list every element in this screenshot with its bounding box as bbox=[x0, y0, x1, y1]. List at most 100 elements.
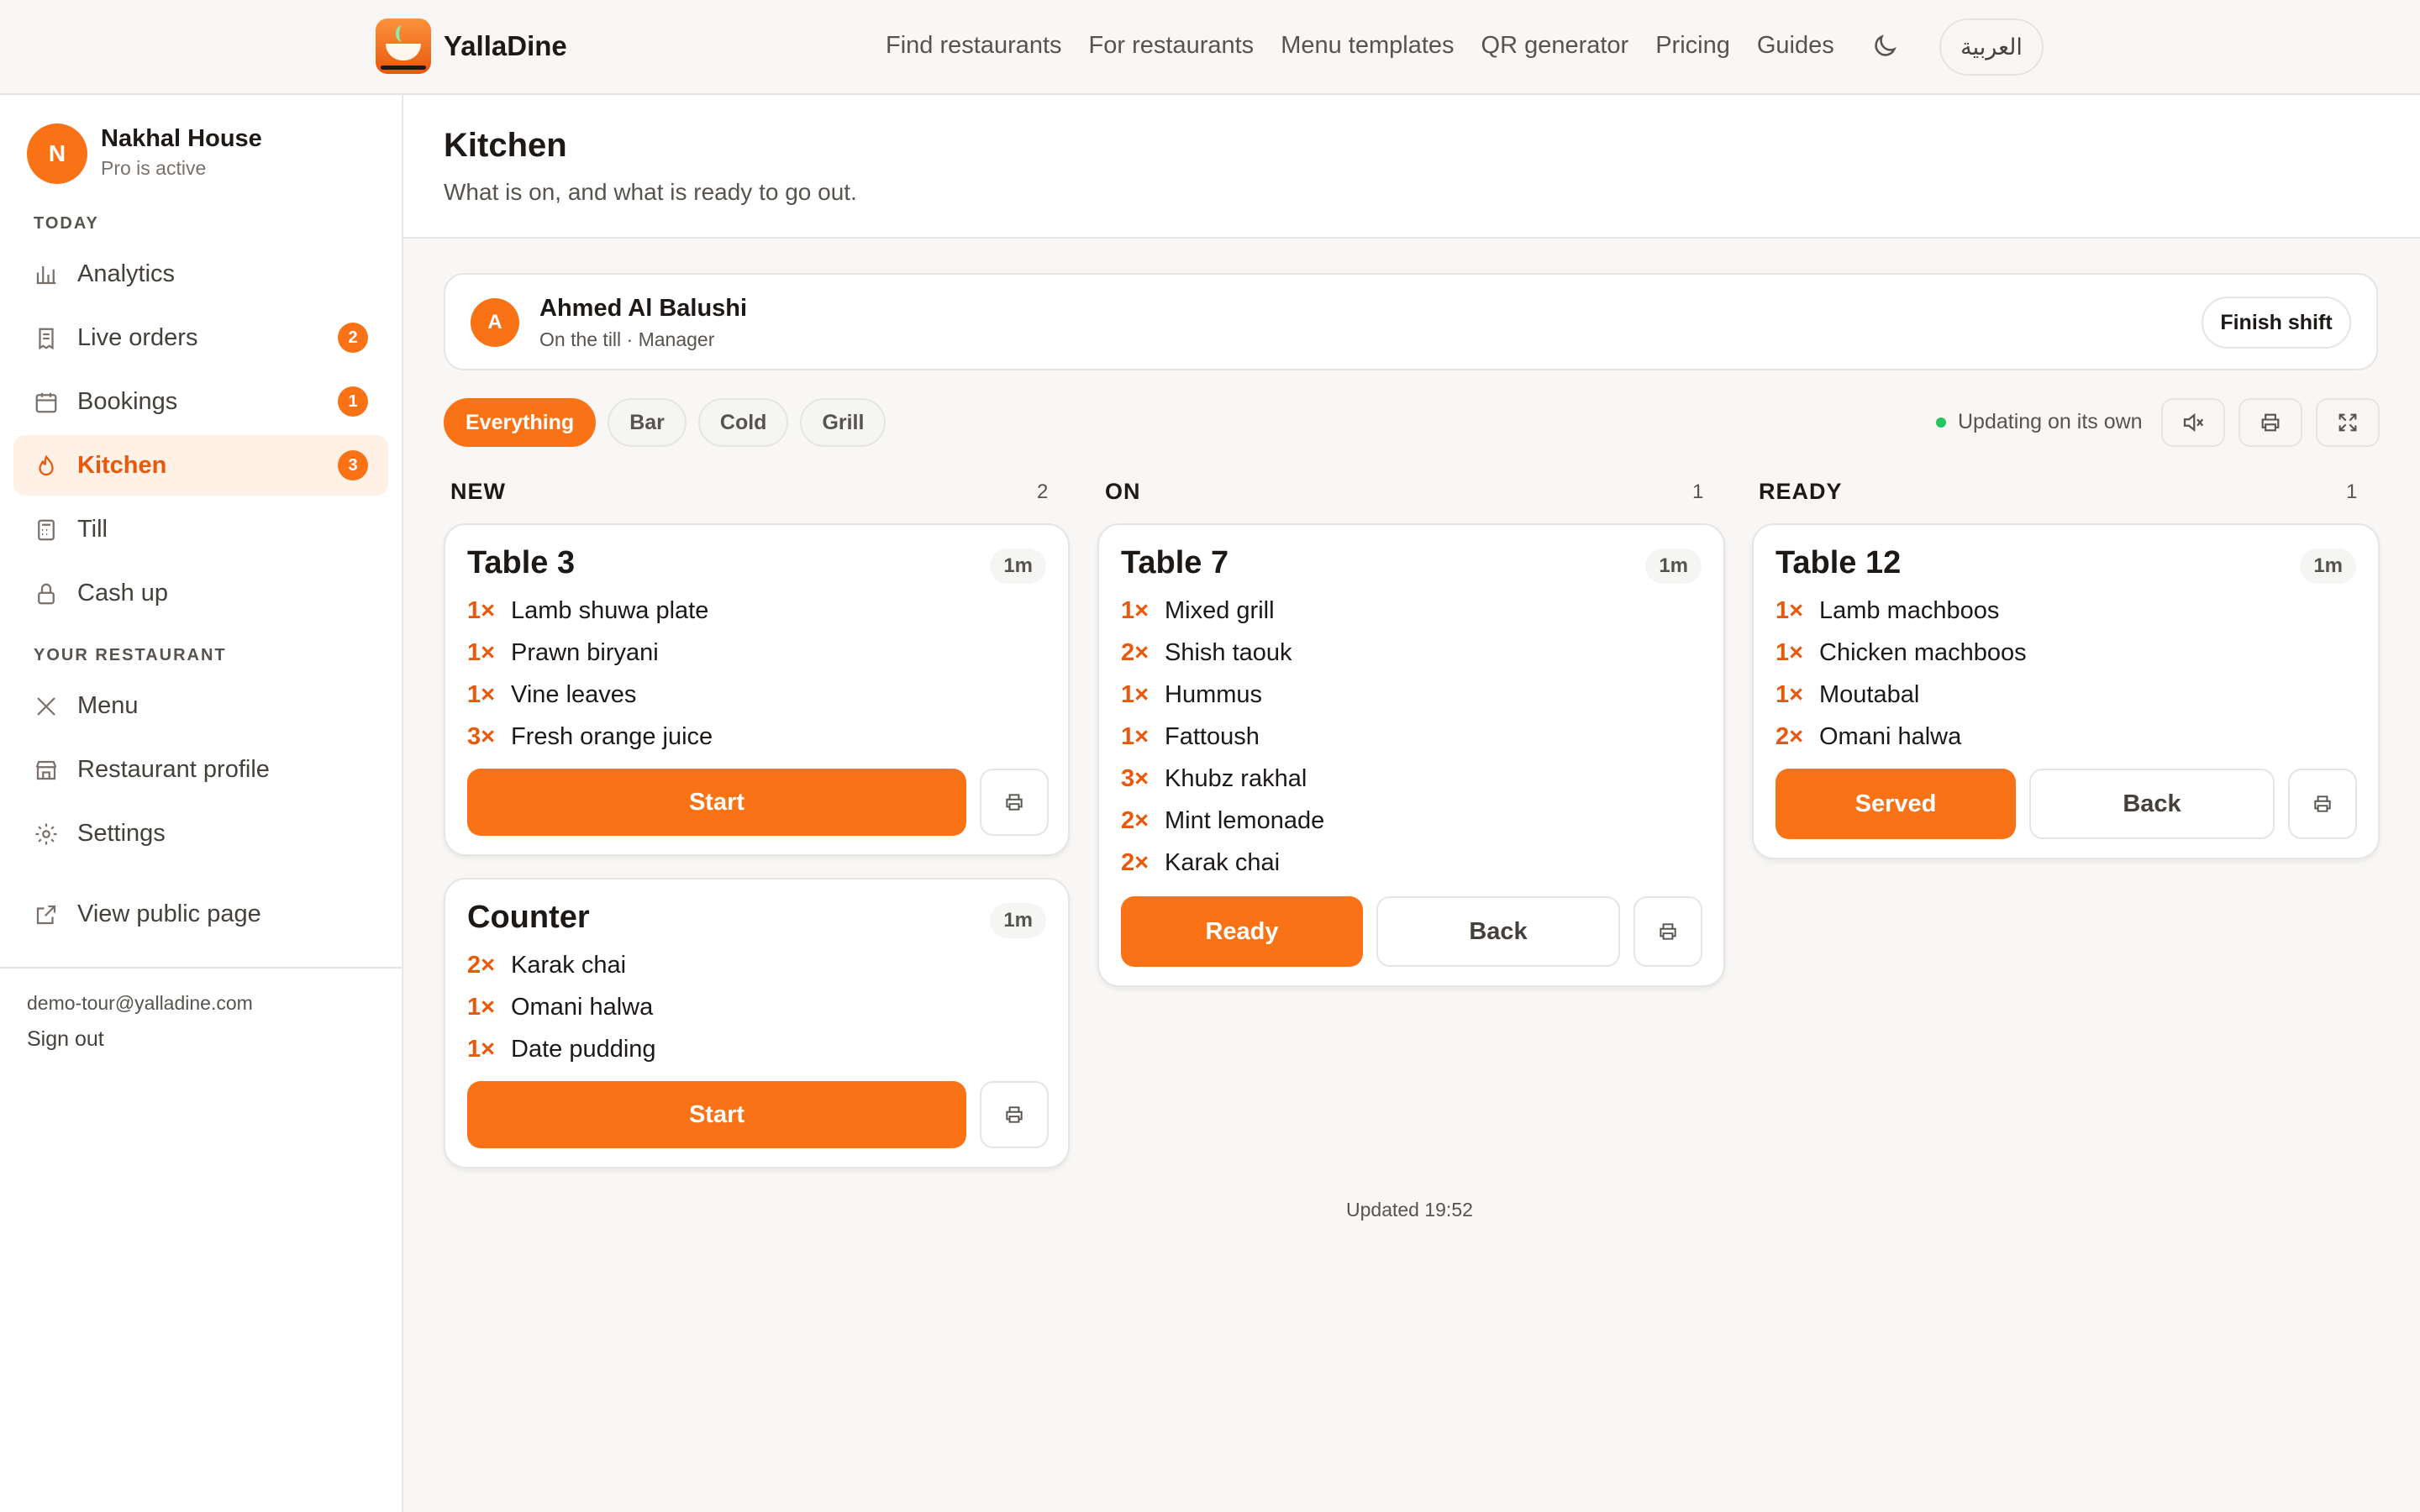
print-order-button[interactable] bbox=[2288, 769, 2357, 839]
order-item: 1× Date pudding bbox=[467, 1036, 656, 1063]
sidebar-item-settings[interactable]: Settings bbox=[13, 803, 388, 864]
fullscreen-button[interactable] bbox=[2316, 398, 2380, 447]
last-updated: Updated 19:52 bbox=[1346, 1199, 1473, 1221]
printer-icon bbox=[1660, 923, 1676, 940]
order-item: 1× Omani halwa bbox=[467, 994, 654, 1021]
expand-icon bbox=[2338, 413, 2357, 432]
nav-menu-templates[interactable]: Menu templates bbox=[1281, 32, 1454, 60]
gear-icon bbox=[35, 823, 57, 845]
order-item: 1× Mixed grill bbox=[1121, 597, 1275, 624]
filter-everything[interactable]: Everything bbox=[444, 398, 597, 447]
filter-bar[interactable]: Bar bbox=[608, 398, 687, 447]
nav-for-restaurants[interactable]: For restaurants bbox=[1089, 32, 1255, 60]
order-age: 1m bbox=[990, 903, 1046, 938]
staff-name: Ahmed Al Balushi bbox=[539, 295, 748, 322]
sidebar-item-label: Cash up bbox=[77, 580, 169, 606]
restaurant-avatar: N bbox=[27, 123, 87, 184]
order-name: Table 7 bbox=[1121, 545, 1229, 580]
nav-qr-generator[interactable]: QR generator bbox=[1481, 32, 1629, 60]
order-item: 2× Karak chai bbox=[467, 952, 627, 979]
sidebar-item-analytics[interactable]: Analytics bbox=[13, 244, 388, 304]
order-item: 1× Lamb machboos bbox=[1776, 597, 2000, 624]
print-order-button[interactable] bbox=[980, 769, 1049, 836]
page-title: Kitchen bbox=[444, 127, 567, 164]
sidebar-item-view-public-page[interactable]: View public page bbox=[13, 884, 388, 944]
start-button[interactable]: Start bbox=[467, 1081, 966, 1148]
back-button[interactable]: Back bbox=[2029, 769, 2275, 839]
order-name: Counter bbox=[467, 900, 590, 935]
column-new-title: NEW bbox=[450, 479, 506, 504]
nav-find-restaurants[interactable]: Find restaurants bbox=[886, 32, 1062, 60]
live-orders-badge: 2 bbox=[338, 323, 368, 353]
ready-button[interactable]: Ready bbox=[1121, 896, 1363, 967]
order-item: 1× Moutabal bbox=[1776, 681, 1920, 708]
filter-grill[interactable]: Grill bbox=[800, 398, 886, 447]
moon-icon[interactable] bbox=[1870, 32, 1899, 60]
print-order-button[interactable] bbox=[1634, 896, 1702, 967]
order-item: 3× Fresh orange juice bbox=[467, 723, 713, 750]
column-on-title: ON bbox=[1105, 479, 1141, 504]
sidebar-item-label: Restaurant profile bbox=[77, 756, 270, 783]
order-age: 1m bbox=[1645, 549, 1702, 584]
yalladine-logo[interactable] bbox=[376, 18, 431, 74]
section-your-restaurant: YOUR RESTAURANT bbox=[34, 646, 227, 664]
column-ready-title: READY bbox=[1759, 479, 1843, 504]
column-new-count: 2 bbox=[1037, 480, 1049, 503]
order-item: 3× Khubz rakhal bbox=[1121, 765, 1307, 792]
sidebar: N Nakhal House Pro is active TODAY Analy… bbox=[0, 95, 403, 1512]
lock-icon bbox=[38, 583, 55, 605]
order-name: Table 12 bbox=[1776, 545, 1902, 580]
order-item: 1× Prawn biryani bbox=[467, 639, 659, 666]
sidebar-item-label: Till bbox=[77, 516, 108, 543]
print-order-button[interactable] bbox=[980, 1081, 1049, 1148]
order-item: 2× Mint lemonade bbox=[1121, 807, 1325, 834]
print-all-button[interactable] bbox=[2238, 398, 2302, 447]
printer-icon bbox=[1006, 794, 1023, 811]
staff-avatar: A bbox=[471, 298, 519, 347]
bar-chart-icon bbox=[36, 266, 56, 285]
nav-guides[interactable]: Guides bbox=[1757, 32, 1834, 60]
order-card: Table 3 1m 1× Lamb shuwa plate 1× Prawn bi… bbox=[444, 523, 1070, 856]
printer-icon bbox=[1006, 1106, 1023, 1123]
kitchen-badge: 3 bbox=[338, 450, 368, 480]
external-link-icon bbox=[36, 905, 56, 925]
printer-icon bbox=[2314, 795, 2331, 812]
sidebar-item-label: Menu bbox=[77, 692, 139, 719]
order-item: 1× Vine leaves bbox=[467, 681, 637, 708]
sidebar-item-live-orders[interactable]: Live orders 2 bbox=[13, 307, 388, 368]
sidebar-item-till[interactable]: Till bbox=[13, 499, 388, 559]
sidebar-item-bookings[interactable]: Bookings 1 bbox=[13, 371, 388, 432]
nav-pricing[interactable]: Pricing bbox=[1655, 32, 1730, 60]
bookings-badge: 1 bbox=[338, 386, 368, 417]
store-icon bbox=[35, 760, 57, 780]
restaurant-name: Nakhal House bbox=[101, 125, 262, 152]
sidebar-item-cash-up[interactable]: Cash up bbox=[13, 563, 388, 623]
plan-status: Pro is active bbox=[101, 157, 207, 179]
speaker-muted-icon bbox=[2183, 412, 2204, 433]
start-button[interactable]: Start bbox=[467, 769, 966, 836]
back-button[interactable]: Back bbox=[1376, 896, 1620, 967]
page-header: Kitchen What is on, and what is ready to… bbox=[403, 95, 2420, 239]
receipt-icon bbox=[39, 328, 54, 350]
order-item: 2× Omani halwa bbox=[1776, 723, 1962, 750]
account-email: demo-tour@yalladine.com bbox=[27, 992, 253, 1014]
finish-shift-button[interactable]: Finish shift bbox=[2202, 297, 2351, 349]
order-item: 2× Shish taouk bbox=[1121, 639, 1292, 666]
order-item: 1× Chicken machboos bbox=[1776, 639, 2027, 666]
mute-button[interactable] bbox=[2161, 398, 2225, 447]
language-toggle[interactable]: العربية bbox=[1939, 18, 2044, 76]
sidebar-item-menu[interactable]: Menu bbox=[13, 675, 388, 736]
staff-on-till-card: A Ahmed Al Balushi On the till · Manager… bbox=[444, 273, 2378, 370]
served-button[interactable]: Served bbox=[1776, 769, 2016, 839]
sign-out-link[interactable]: Sign out bbox=[27, 1027, 104, 1052]
sidebar-item-restaurant-profile[interactable]: Restaurant profile bbox=[13, 739, 388, 800]
flame-icon bbox=[39, 454, 54, 476]
sidebar-item-kitchen[interactable]: Kitchen 3 bbox=[13, 435, 388, 496]
order-name: Table 3 bbox=[467, 545, 576, 580]
live-status: Updating on its own bbox=[1936, 410, 2143, 434]
brand-name[interactable]: YallaDine bbox=[444, 30, 567, 62]
live-dot-icon bbox=[1936, 417, 1946, 428]
filter-cold[interactable]: Cold bbox=[697, 398, 789, 447]
order-item: 1× Fattoush bbox=[1121, 723, 1260, 750]
sidebar-item-label: Kitchen bbox=[77, 452, 167, 479]
